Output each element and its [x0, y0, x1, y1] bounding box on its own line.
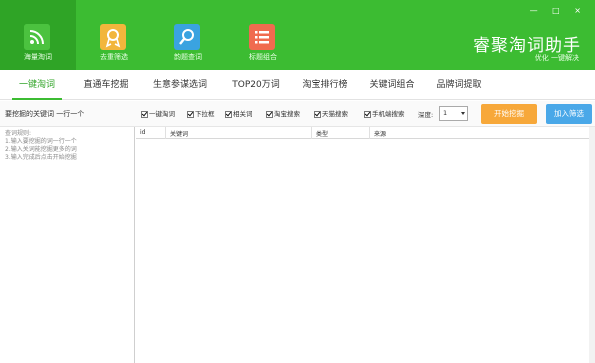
nav-dedup-filter[interactable]: 去重筛选	[76, 0, 152, 70]
chevron-down-icon	[461, 112, 465, 115]
list-icon	[249, 24, 275, 50]
checkbox-dropdown[interactable]: 下拉框	[187, 109, 215, 119]
column-divider	[165, 127, 166, 139]
tab-keyword-combine[interactable]: 关键词组合	[360, 70, 424, 100]
results-table[interactable]: id 关键词 类型 来源	[136, 127, 595, 363]
tab-top20[interactable]: TOP20万词	[222, 70, 290, 100]
app-subtitle: 优化 一键解决	[534, 54, 579, 62]
column-header-source[interactable]: 来源	[374, 129, 386, 138]
checkbox-one-click[interactable]: 一键淘词	[141, 109, 175, 119]
checkbox-checked-icon	[314, 110, 321, 118]
checkbox-taobao-search[interactable]: 淘宝搜索	[266, 109, 300, 119]
award-icon	[100, 24, 126, 50]
checkbox-checked-icon	[141, 110, 148, 118]
column-divider	[369, 127, 370, 139]
placeholder-line: 1.输入要挖掘的词一行一个	[5, 138, 77, 145]
tab-brand-extract[interactable]: 品牌词提取	[428, 70, 490, 100]
tab-one-click[interactable]: 一键淘词	[6, 70, 68, 100]
tab-taobao-ranking[interactable]: 淘宝排行榜	[293, 70, 357, 100]
column-header-keyword[interactable]: 关键词	[170, 129, 188, 138]
depth-select[interactable]: 1	[439, 106, 468, 121]
checkbox-mobile-search[interactable]: 手机端搜索	[364, 109, 405, 119]
rss-icon	[24, 24, 50, 50]
placeholder-line: 2.输入关词能挖掘更多的词	[5, 146, 77, 153]
nav-label: 韵题查词	[174, 53, 202, 61]
placeholder-line: 查词规则:	[5, 130, 32, 137]
table-header: id 关键词 类型 来源	[136, 127, 595, 139]
nav-label: 去重筛选	[100, 53, 128, 61]
column-header-type[interactable]: 类型	[316, 129, 328, 138]
app-window: 海量淘词 去重筛选 韵题查词 标题组合 — □ × 睿聚淘词助手 优化 一键解决…	[0, 0, 595, 363]
checkbox-label: 淘宝搜索	[274, 110, 300, 118]
depth-value: 1	[443, 109, 448, 117]
search-icon	[174, 24, 200, 50]
keyword-input-area[interactable]: 查词规则: 1.输入要挖掘的词一行一个 2.输入关词能挖掘更多的词 3.输入完成…	[0, 127, 135, 363]
scrollbar[interactable]	[589, 127, 595, 363]
checkbox-checked-icon	[187, 110, 194, 118]
column-divider	[311, 127, 312, 139]
nav-title-combine[interactable]: 标题组合	[225, 0, 301, 70]
nav-title-lookup[interactable]: 韵题查词	[150, 0, 226, 70]
start-mining-button[interactable]: 开始挖掘	[481, 104, 537, 124]
checkbox-checked-icon	[225, 110, 232, 118]
keyword-input-label: 要挖掘的关键词 一行一个	[5, 110, 85, 118]
checkbox-label: 下拉框	[195, 110, 215, 118]
tab-business-advisor[interactable]: 生意参谋选词	[143, 70, 217, 100]
nav-label: 标题组合	[249, 53, 277, 61]
checkbox-label: 相关词	[233, 110, 253, 118]
nav-label: 海量淘词	[24, 53, 52, 61]
add-to-filter-button[interactable]: 加入筛选	[546, 104, 592, 124]
window-controls[interactable]: — □ ×	[530, 6, 587, 15]
header-bar: 海量淘词 去重筛选 韵题查词 标题组合 — □ × 睿聚淘词助手 优化 一键解决	[0, 0, 595, 70]
nav-mass-words[interactable]: 海量淘词	[0, 0, 76, 70]
checkbox-label: 天猫搜索	[322, 110, 348, 118]
checkbox-label: 手机端搜索	[372, 110, 405, 118]
tab-through-train[interactable]: 直通车挖掘	[74, 70, 138, 100]
column-header-id[interactable]: id	[140, 129, 145, 136]
tab-bar: 一键淘词 直通车挖掘 生意参谋选词 TOP20万词 淘宝排行榜 关键词组合 品牌…	[0, 70, 595, 100]
depth-label: 深度:	[418, 111, 434, 119]
placeholder-line: 3.输入完成后点击开始挖掘	[5, 154, 77, 161]
checkbox-label: 一键淘词	[149, 110, 175, 118]
checkbox-checked-icon	[266, 110, 273, 118]
checkbox-tmall-search[interactable]: 天猫搜索	[314, 109, 348, 119]
checkbox-checked-icon	[364, 110, 371, 118]
checkbox-related[interactable]: 相关词	[225, 109, 253, 119]
